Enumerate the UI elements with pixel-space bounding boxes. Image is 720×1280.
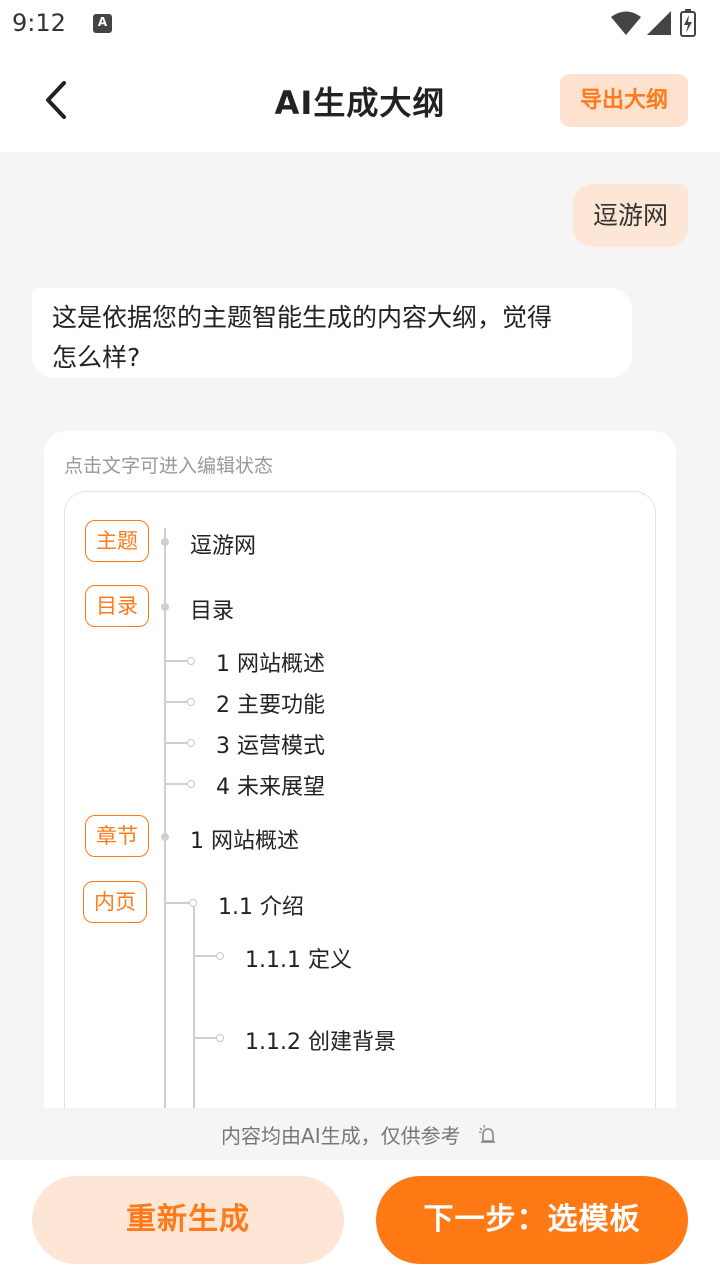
tree-branch <box>165 742 189 744</box>
toc-tag: 目录 <box>85 585 149 627</box>
app-bar: AI生成大纲 导出大纲 <box>0 50 720 152</box>
regenerate-button[interactable]: 重新生成 <box>32 1176 344 1264</box>
page-text[interactable]: 1.1 介绍 <box>218 889 304 921</box>
signal-icon <box>647 11 671 35</box>
sub-item[interactable]: 1.1.2 创建背景 <box>245 1024 396 1056</box>
tree-node-ring <box>187 657 195 665</box>
toc-item[interactable]: 4 未来展望 <box>216 769 325 801</box>
wifi-icon <box>611 11 641 35</box>
tree-branch <box>194 1037 218 1039</box>
status-icons <box>610 9 710 38</box>
notification-a-icon: A <box>93 14 112 33</box>
tree-node-ring <box>216 952 224 960</box>
tree-branch <box>194 955 218 957</box>
toc-text[interactable]: 目录 <box>190 593 234 625</box>
tree-node-ring <box>187 780 195 788</box>
ai-message-line-1: 这是依据您的主题智能生成的内容大纲，觉得 <box>52 303 553 332</box>
tree-branch <box>165 783 189 785</box>
tree-node-dot <box>161 833 169 841</box>
tree-node-dot <box>161 538 169 546</box>
battery-charging-icon <box>680 9 696 37</box>
status-time: 9:12 <box>12 9 66 37</box>
edit-hint: 点击文字可进入编辑状态 <box>64 455 274 477</box>
ai-disclaimer: 内容均由AI生成，仅供参考 <box>0 1120 720 1149</box>
ai-message-bubble: 这是依据您的主题智能生成的内容大纲，觉得 怎么样? <box>32 288 632 378</box>
tree-node-dot <box>161 603 169 611</box>
chapter-text[interactable]: 1 网站概述 <box>190 823 299 855</box>
bottom-action-bar: 重新生成 下一步：选模板 <box>0 1160 720 1280</box>
chapter-tag: 章节 <box>85 815 149 857</box>
tree-branch <box>165 701 189 703</box>
tree-branch <box>165 660 189 662</box>
toc-item[interactable]: 2 主要功能 <box>216 687 325 719</box>
ai-message-line-2: 怎么样? <box>52 343 141 372</box>
tree-sub-line <box>193 906 195 1108</box>
next-select-template-button[interactable]: 下一步：选模板 <box>376 1176 688 1264</box>
tree-main-line <box>164 528 166 1108</box>
status-bar: 9:12 A <box>0 0 720 50</box>
tree-node-ring <box>187 698 195 706</box>
page-tag: 内页 <box>83 881 147 923</box>
topic-tag: 主题 <box>85 520 149 562</box>
outline-tree: 主题 逗游网 目录 目录 1 网站概述 2 主要功能 3 运营模式 4 未来展望… <box>64 491 656 1108</box>
toc-item[interactable]: 1 网站概述 <box>216 646 325 678</box>
outline-card: 点击文字可进入编辑状态 主题 逗游网 目录 目录 1 网站概述 2 主要功能 3… <box>44 431 676 1108</box>
disclaimer-text: 内容均由AI生成，仅供参考 <box>221 1124 461 1148</box>
export-outline-button[interactable]: 导出大纲 <box>560 74 688 127</box>
user-message-bubble: 逗游网 <box>572 184 688 247</box>
tree-node-ring <box>187 739 195 747</box>
toc-item[interactable]: 3 运营模式 <box>216 728 325 760</box>
tree-node-ring <box>216 1034 224 1042</box>
sub-item[interactable]: 1.1.1 定义 <box>245 942 352 974</box>
topic-text[interactable]: 逗游网 <box>190 528 256 560</box>
alarm-icon[interactable] <box>477 1124 499 1146</box>
